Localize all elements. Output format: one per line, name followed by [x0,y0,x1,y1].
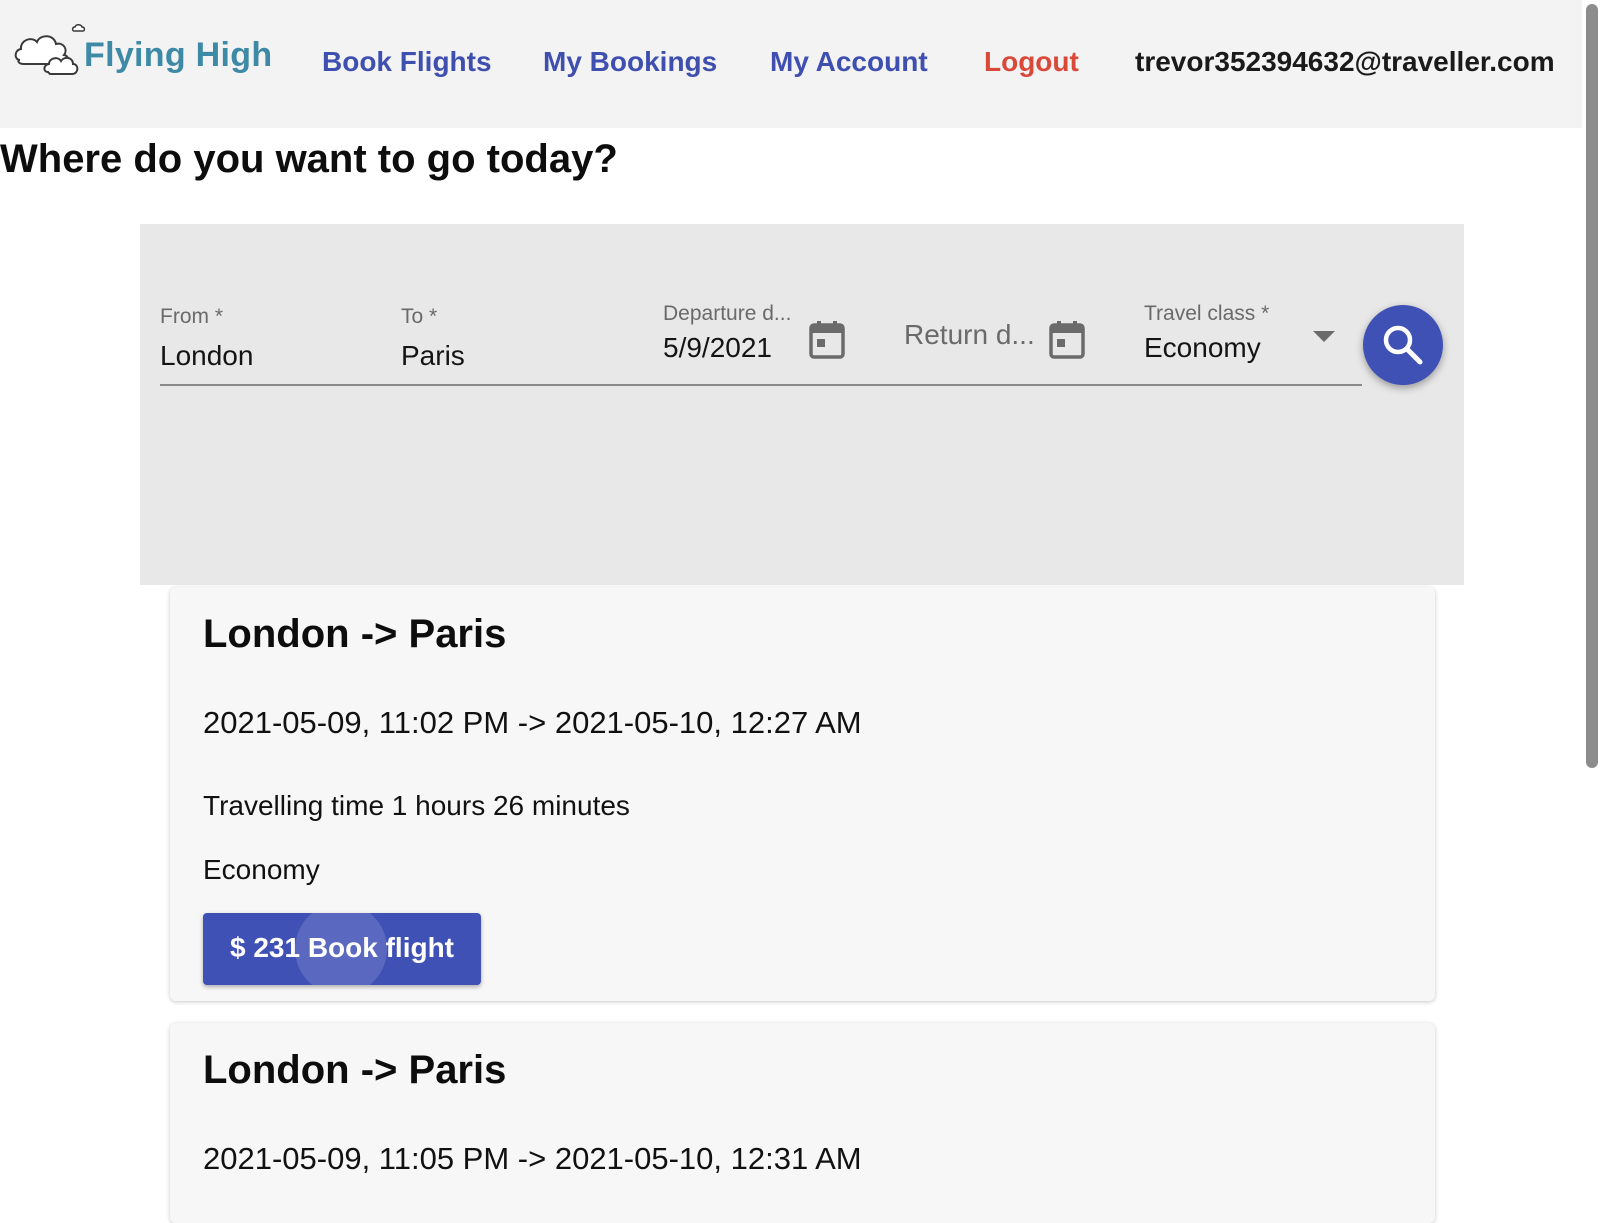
flight-result-card: London -> Paris 2021-05-09, 11:05 PM -> … [170,1023,1435,1223]
flight-route: London -> Paris [203,612,507,656]
nav-my-bookings[interactable]: My Bookings [543,46,717,78]
departure-calendar-icon[interactable] [809,321,845,364]
departure-date-label: Departure d... [663,302,792,325]
page-title: Where do you want to go today? [0,137,618,181]
user-email: trevor352394632@traveller.com [1135,46,1555,77]
flight-times: 2021-05-09, 11:05 PM -> 2021-05-10, 12:3… [203,1141,862,1176]
top-navigation-bar: Flying High Book Flights My Bookings My … [0,0,1600,128]
flight-class: Economy [203,854,320,885]
departure-date-value[interactable]: 5/9/2021 [663,332,772,364]
flight-search-panel: From * London To * Paris Departure d... … [140,224,1464,585]
travel-class-value[interactable]: Economy [1144,332,1261,364]
scrollbar-thumb[interactable] [1586,4,1598,768]
flight-result-card: London -> Paris 2021-05-09, 11:02 PM -> … [170,587,1435,1001]
from-value[interactable]: London [160,340,253,372]
from-label: From * [160,305,223,328]
nav-my-account[interactable]: My Account [770,46,928,78]
logo[interactable]: Flying High [12,22,282,84]
flight-duration: Travelling time 1 hours 26 minutes [203,790,630,821]
search-button[interactable] [1363,305,1443,385]
book-flight-label: $ 231 Book flight [229,932,455,963]
to-field[interactable]: To * Paris [401,305,621,385]
search-icon [1383,325,1423,365]
travel-class-select[interactable]: Travel class * Economy [1144,302,1344,382]
return-date-field[interactable]: Return d... [904,319,1035,359]
flight-times: 2021-05-09, 11:02 PM -> 2021-05-10, 12:2… [203,705,862,740]
from-field[interactable]: From * London [160,305,380,385]
return-calendar-icon[interactable] [1049,321,1085,364]
travel-class-label: Travel class * [1144,302,1270,325]
flight-route: London -> Paris [203,1048,507,1092]
nav-logout[interactable]: Logout [984,46,1079,78]
book-flight-button[interactable]: $ 231 Book flight [203,913,481,985]
cloud-logo-icon [14,24,86,75]
search-fields-underline [160,384,1362,386]
departure-date-field[interactable]: Departure d... 5/9/2021 [663,302,803,382]
return-date-placeholder: Return d... [904,319,1035,350]
page-scrollbar[interactable] [1582,0,1600,1200]
to-label: To * [401,305,438,328]
dropdown-arrow-icon[interactable] [1313,331,1335,342]
to-value[interactable]: Paris [401,340,465,372]
nav-book-flights[interactable]: Book Flights [322,46,492,78]
logo-text: Flying High [84,36,273,74]
